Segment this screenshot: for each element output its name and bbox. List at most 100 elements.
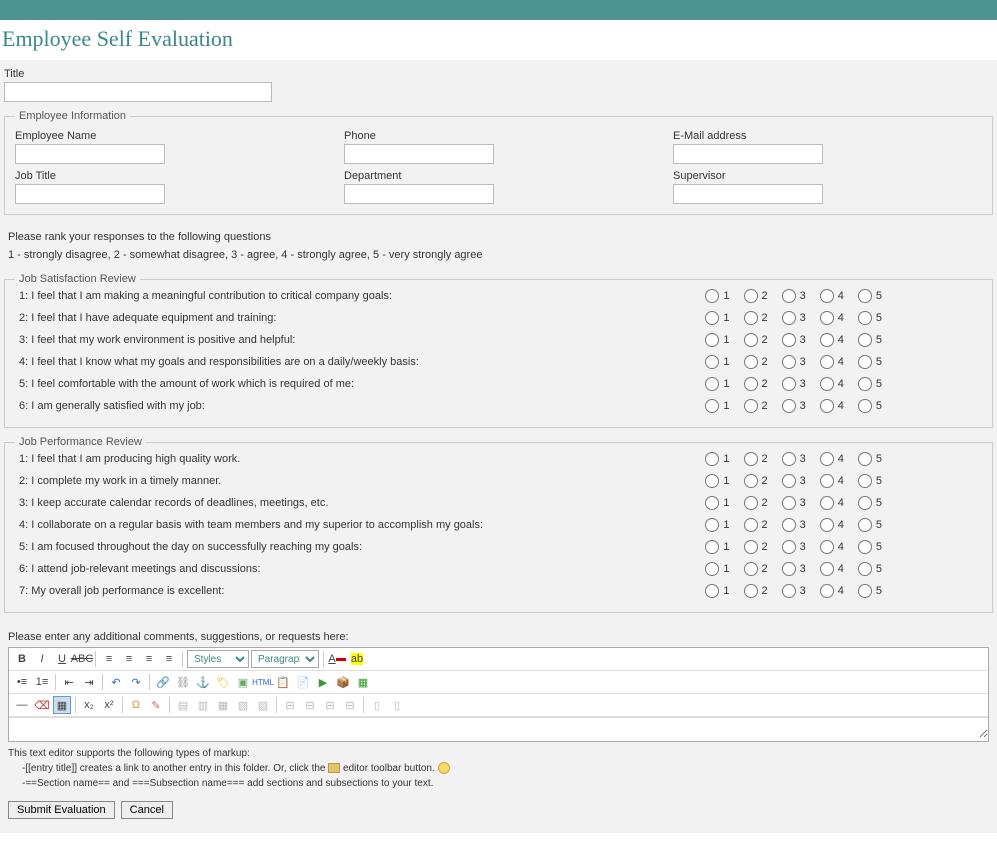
rating-radio[interactable] [744,496,758,510]
col2-icon[interactable]: ▯ [388,696,406,714]
rating-option[interactable]: 4 [820,518,844,532]
rating-radio[interactable] [705,399,719,413]
rating-radio[interactable] [820,562,834,576]
rating-option[interactable]: 5 [858,399,882,413]
special-char-icon[interactable]: Ω [127,696,145,714]
rating-radio[interactable] [744,518,758,532]
rating-radio[interactable] [744,562,758,576]
email-input[interactable] [673,144,823,164]
rating-radio[interactable] [705,540,719,554]
bold-icon[interactable]: B [13,650,31,668]
rating-radio[interactable] [782,452,796,466]
rating-option[interactable]: 5 [858,518,882,532]
rating-radio[interactable] [782,518,796,532]
rating-option[interactable]: 4 [820,562,844,576]
rating-option[interactable]: 2 [744,474,768,488]
hr-icon[interactable]: — [13,696,31,714]
rating-radio[interactable] [820,540,834,554]
rating-radio[interactable] [782,333,796,347]
rating-option[interactable]: 2 [744,377,768,391]
rating-radio[interactable] [858,584,872,598]
rating-radio[interactable] [744,584,758,598]
indent-icon[interactable]: ⇥ [80,673,98,691]
rating-option[interactable]: 1 [705,289,729,303]
undo-icon[interactable]: ↶ [107,673,125,691]
rating-option[interactable]: 2 [744,496,768,510]
remove-format-icon[interactable]: ⌫ [33,696,51,714]
rating-radio[interactable] [705,518,719,532]
cancel-button[interactable]: Cancel [121,801,173,819]
rating-radio[interactable] [782,311,796,325]
rating-option[interactable]: 3 [782,540,806,554]
rating-radio[interactable] [858,452,872,466]
rating-radio[interactable] [858,496,872,510]
department-input[interactable] [344,184,494,204]
employee-name-input[interactable] [15,144,165,164]
rating-option[interactable]: 3 [782,311,806,325]
edit-icon[interactable]: ✎ [147,696,165,714]
toggle-icon[interactable]: ▦ [53,696,71,714]
subscript-icon[interactable]: x₂ [80,696,98,714]
rating-radio[interactable] [782,474,796,488]
paste-icon[interactable]: 📋 [274,673,292,691]
rating-option[interactable]: 1 [705,452,729,466]
row3-icon[interactable]: ⊟ [321,696,339,714]
rating-option[interactable]: 3 [782,452,806,466]
outdent-icon[interactable]: ⇤ [60,673,78,691]
rating-option[interactable]: 5 [858,377,882,391]
rating-radio[interactable] [782,584,796,598]
align-center-icon[interactable]: ≡ [120,650,138,668]
phone-input[interactable] [344,144,494,164]
rating-option[interactable]: 4 [820,474,844,488]
rating-radio[interactable] [820,452,834,466]
rating-option[interactable]: 2 [744,452,768,466]
anchor-icon[interactable]: ⚓ [194,673,212,691]
rating-option[interactable]: 1 [705,399,729,413]
rating-radio[interactable] [705,496,719,510]
styles-select[interactable]: Styles [187,650,249,668]
rating-option[interactable]: 1 [705,377,729,391]
rating-radio[interactable] [782,562,796,576]
align-right-icon[interactable]: ≡ [140,650,158,668]
rating-radio[interactable] [820,584,834,598]
rating-option[interactable]: 5 [858,474,882,488]
rating-option[interactable]: 3 [782,562,806,576]
strikethrough-icon[interactable]: ABC [73,650,91,668]
superscript-icon[interactable]: x² [100,696,118,714]
row1-icon[interactable]: ⊟ [281,696,299,714]
title-input[interactable] [4,82,272,102]
rating-radio[interactable] [820,399,834,413]
rating-radio[interactable] [820,333,834,347]
rating-radio[interactable] [858,289,872,303]
rating-option[interactable]: 4 [820,355,844,369]
box-icon[interactable]: 📦 [334,673,352,691]
rating-option[interactable]: 4 [820,496,844,510]
rating-option[interactable]: 4 [820,584,844,598]
underline-icon[interactable]: U [53,650,71,668]
rating-option[interactable]: 2 [744,518,768,532]
rating-option[interactable]: 3 [782,496,806,510]
rating-option[interactable]: 5 [858,355,882,369]
italic-icon[interactable]: I [33,650,51,668]
col1-icon[interactable]: ▯ [368,696,386,714]
rating-radio[interactable] [820,311,834,325]
rating-radio[interactable] [782,540,796,554]
rating-radio[interactable] [782,355,796,369]
link-icon[interactable]: 🔗 [154,673,172,691]
rating-radio[interactable] [744,377,758,391]
rating-radio[interactable] [705,452,719,466]
grid3-icon[interactable]: ▦ [214,696,232,714]
rating-radio[interactable] [820,377,834,391]
rating-option[interactable]: 2 [744,584,768,598]
rating-option[interactable]: 5 [858,452,882,466]
rating-radio[interactable] [705,311,719,325]
rating-radio[interactable] [858,474,872,488]
rating-option[interactable]: 4 [820,540,844,554]
rating-option[interactable]: 4 [820,311,844,325]
rating-option[interactable]: 5 [858,496,882,510]
rating-radio[interactable] [858,399,872,413]
grid1-icon[interactable]: ▤ [174,696,192,714]
rating-radio[interactable] [858,355,872,369]
rating-option[interactable]: 5 [858,540,882,554]
rating-option[interactable]: 1 [705,355,729,369]
